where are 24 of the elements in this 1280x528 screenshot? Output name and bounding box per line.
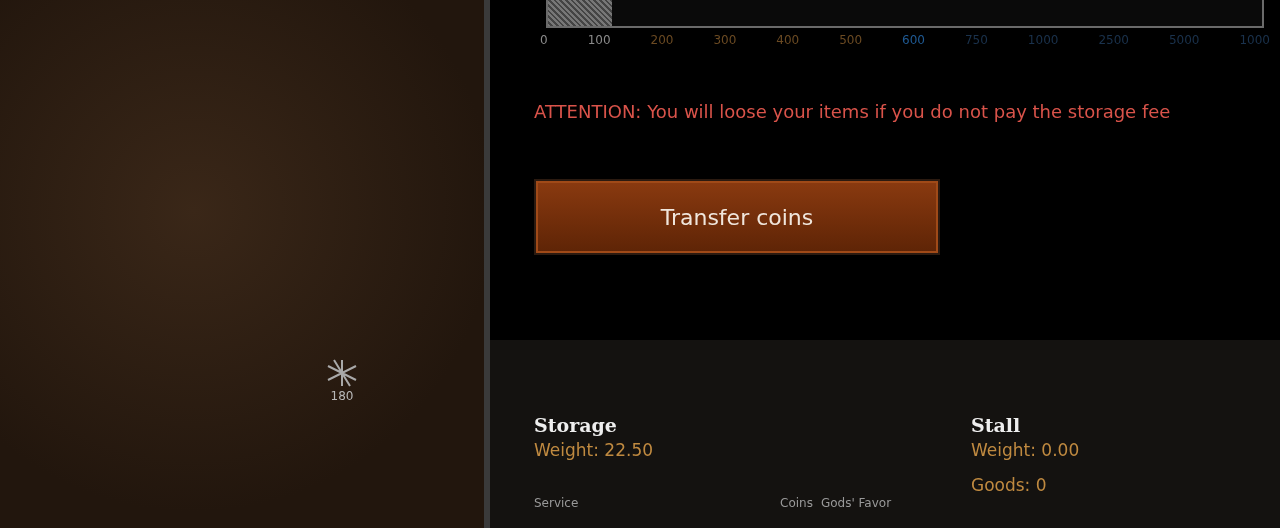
storage-weight: Weight: 22.50 <box>534 438 655 462</box>
slider-tick-label: 500 <box>839 34 863 46</box>
stall-weight: Weight: 0.00 <box>971 438 1080 462</box>
transfer-coins-button[interactable]: Transfer coins <box>534 179 940 255</box>
slider-tick-label: 400 <box>776 34 800 46</box>
warning-text: ATTENTION: You will loose your items if you do not pay the storage fee <box>534 100 1172 124</box>
slider-tick-label: 300 <box>713 34 737 46</box>
slider-tick-label: 1000 <box>1027 34 1059 46</box>
slider-tick-label: 5000 <box>1168 34 1200 46</box>
stall-goods: Goods: 0 <box>971 474 1048 498</box>
slider-tick-label: 1000 <box>1239 34 1270 46</box>
stall-title: Stall <box>971 414 1022 438</box>
column-header: Gods' Favor <box>820 497 892 510</box>
slider-tick-label: 600 <box>902 34 925 46</box>
slider-track[interactable] <box>546 0 1264 28</box>
slider-tick-label: 750 <box>964 34 988 46</box>
storage-title: Storage <box>534 414 618 438</box>
slider-tick-label: 0 <box>540 34 548 46</box>
column-header: Coins <box>780 497 813 510</box>
slider-tick-label: 100 <box>587 34 611 46</box>
column-header: Service <box>534 497 580 510</box>
marker-label: 180 <box>330 390 354 402</box>
slider-tick-label: 200 <box>650 34 674 46</box>
slider-tick-label: 2500 <box>1098 34 1129 46</box>
